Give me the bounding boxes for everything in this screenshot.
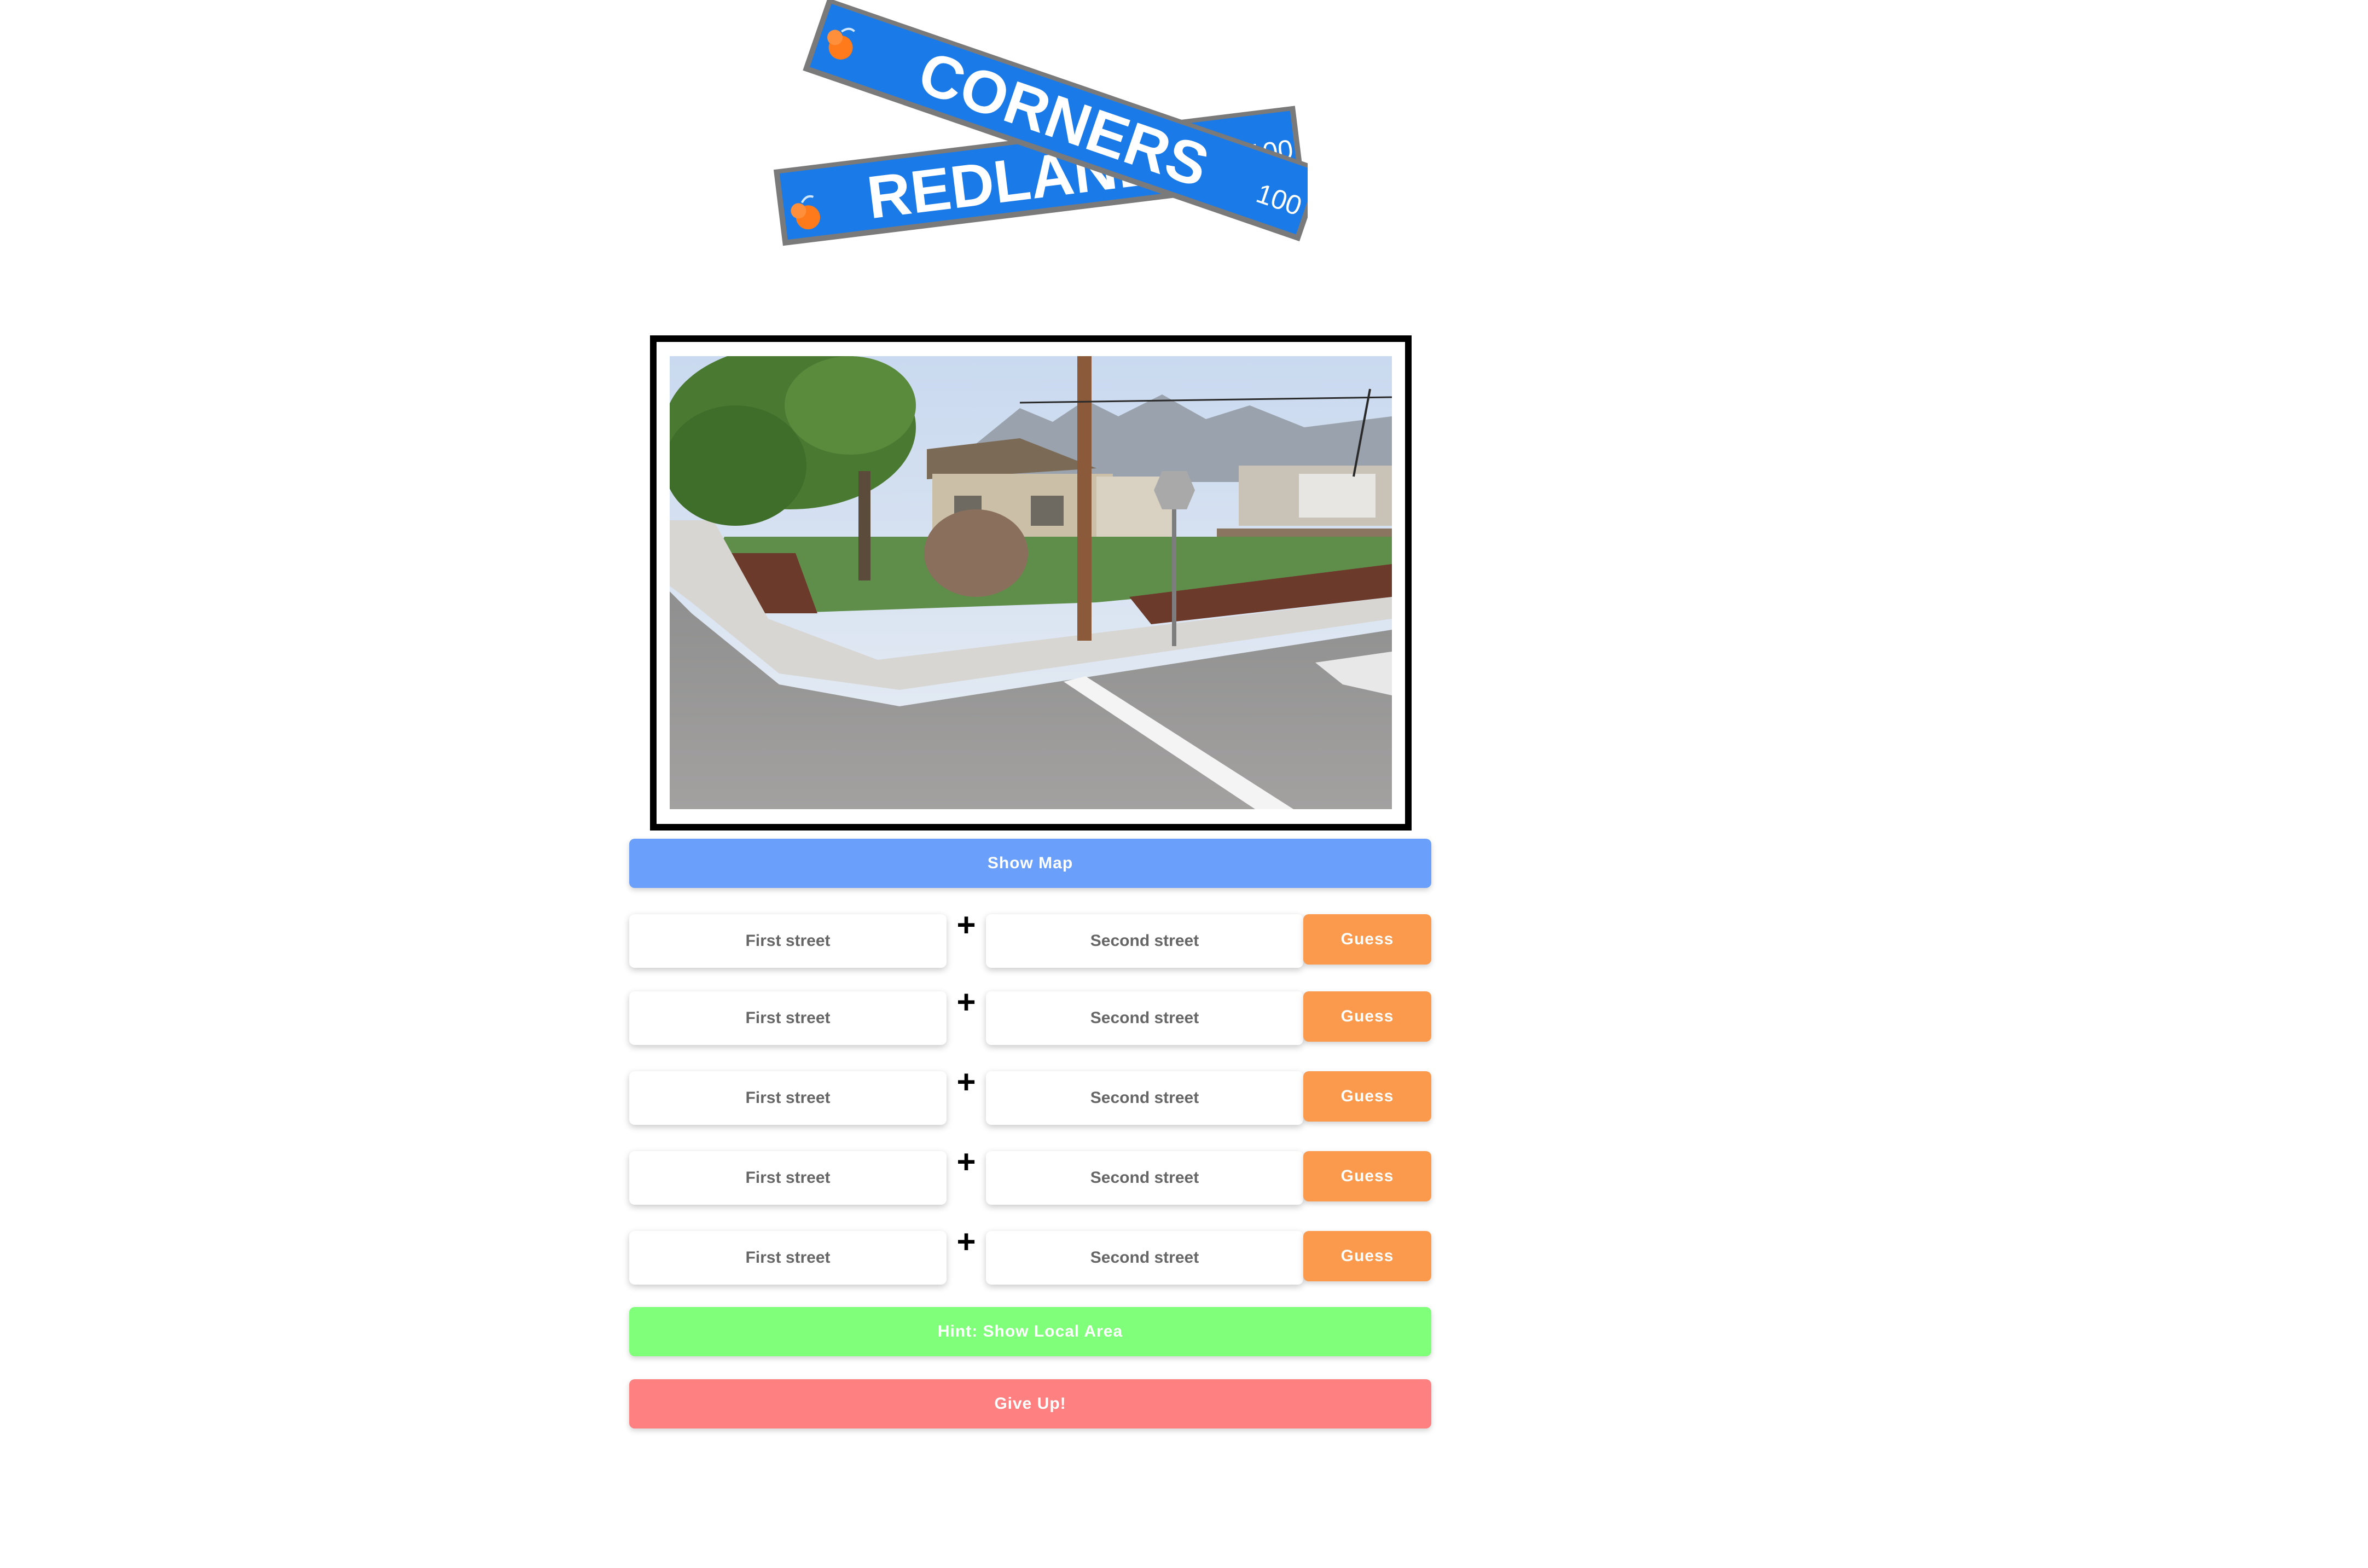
- second-street-input[interactable]: [986, 1231, 1303, 1285]
- first-street-input[interactable]: [629, 1071, 947, 1125]
- give-up-button[interactable]: Give Up!: [629, 1379, 1431, 1428]
- first-street-input[interactable]: [629, 1151, 947, 1205]
- guess-row: + Guess: [629, 1066, 1431, 1126]
- guess-row: + Guess: [629, 1146, 1431, 1206]
- second-street-input[interactable]: [986, 1151, 1303, 1205]
- guess-row: + Guess: [629, 909, 1431, 969]
- guess-button[interactable]: Guess: [1303, 1151, 1431, 1201]
- guess-button[interactable]: Guess: [1303, 991, 1431, 1042]
- street-signs-graphic: REDLANDS 100 CORNERS 100: [773, 0, 1308, 246]
- guess-row: + Guess: [629, 1226, 1431, 1286]
- second-street-input[interactable]: [986, 1071, 1303, 1125]
- show-map-button[interactable]: Show Map: [629, 839, 1431, 888]
- guess-button[interactable]: Guess: [1303, 914, 1431, 965]
- redlands-corners-logo: REDLANDS 100 CORNERS 100: [761, 0, 1308, 306]
- plus-sign: +: [956, 907, 976, 943]
- first-street-input[interactable]: [629, 991, 947, 1045]
- guess-button[interactable]: Guess: [1303, 1071, 1431, 1122]
- first-street-input[interactable]: [629, 914, 947, 968]
- first-street-input[interactable]: [629, 1231, 947, 1285]
- plus-sign: +: [956, 1064, 976, 1100]
- street-view-photo: [670, 356, 1392, 809]
- plus-sign: +: [956, 1223, 976, 1260]
- street-view-frame: [650, 335, 1412, 831]
- plus-sign: +: [956, 984, 976, 1020]
- second-street-input[interactable]: [986, 914, 1303, 968]
- second-street-input[interactable]: [986, 991, 1303, 1045]
- guess-button[interactable]: Guess: [1303, 1231, 1431, 1281]
- plus-sign: +: [956, 1143, 976, 1180]
- hint-show-local-area-button[interactable]: Hint: Show Local Area: [629, 1307, 1431, 1356]
- guess-row: + Guess: [629, 986, 1431, 1046]
